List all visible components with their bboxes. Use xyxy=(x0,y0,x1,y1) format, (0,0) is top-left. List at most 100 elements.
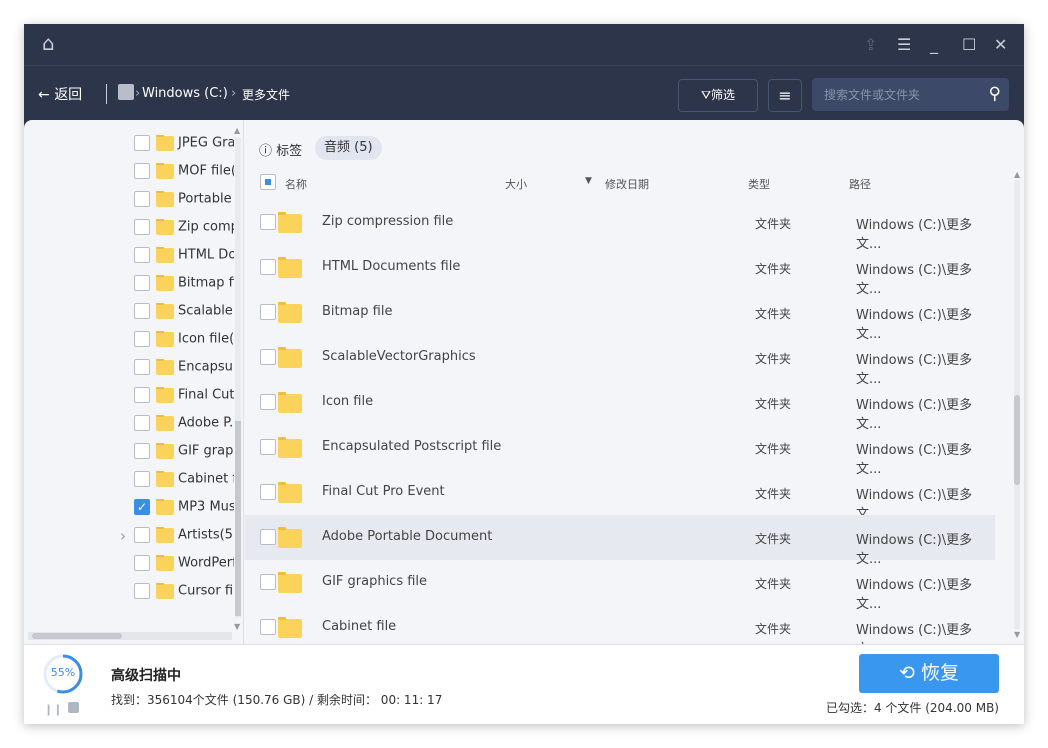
table-row[interactable]: ScalableVectorGraphics 文件夹 Windows (C:)\更多… xyxy=(245,335,995,387)
search-icon[interactable]: ⚲ xyxy=(989,84,1001,104)
breadcrumb-drive[interactable]: Windows (C:) xyxy=(142,86,228,101)
tree-item[interactable]: Scalable... xyxy=(134,303,234,323)
home-icon[interactable]: ⌂ xyxy=(42,33,55,53)
folder-icon xyxy=(156,471,174,487)
tree-checkbox[interactable] xyxy=(134,415,150,431)
stop-icon[interactable] xyxy=(68,702,79,713)
tree-item[interactable]: Icon file(7 xyxy=(134,331,234,351)
breadcrumb-folder[interactable]: 更多文件 xyxy=(242,86,290,103)
tree-item[interactable]: MOF file(8 xyxy=(134,163,234,183)
row-checkbox[interactable] xyxy=(260,349,276,365)
tree-checkbox[interactable] xyxy=(134,275,150,291)
row-checkbox[interactable] xyxy=(260,484,276,500)
file-type: 文件夹 xyxy=(755,532,792,546)
column-size[interactable]: 大小 xyxy=(505,176,527,192)
folder-icon xyxy=(278,392,302,413)
search-input[interactable] xyxy=(812,78,972,111)
column-modified[interactable]: 修改日期 xyxy=(605,176,649,192)
row-checkbox[interactable] xyxy=(260,574,276,590)
arrow-left-icon: ← xyxy=(38,87,50,103)
tree-checkbox[interactable] xyxy=(134,135,150,151)
row-checkbox[interactable] xyxy=(260,619,276,635)
tree-checkbox[interactable] xyxy=(134,359,150,375)
tree-checkbox[interactable] xyxy=(134,303,150,319)
tree-item[interactable]: Final Cut . xyxy=(134,387,234,407)
file-name: Bitmap file xyxy=(322,304,393,319)
table-row[interactable]: Bitmap file 文件夹 Windows (C:)\更多文... xyxy=(245,290,995,342)
tree-checkbox[interactable] xyxy=(134,443,150,459)
tree-item[interactable]: Portable . xyxy=(134,191,234,211)
back-button[interactable]: ← 返回 xyxy=(38,84,82,104)
column-path[interactable]: 路径 xyxy=(849,176,871,192)
tree-item[interactable]: Adobe P.. xyxy=(134,415,234,435)
tree-item[interactable]: ✓ MP3 Mus xyxy=(134,499,234,519)
tree-item[interactable]: Zip comp xyxy=(134,219,234,239)
tree-checkbox[interactable] xyxy=(134,247,150,263)
folder-icon xyxy=(156,443,174,459)
tree-checkbox[interactable] xyxy=(134,555,150,571)
file-type: 文件夹 xyxy=(755,397,792,411)
tree-item[interactable]: Cursor fil. xyxy=(134,583,234,603)
folder-icon xyxy=(156,583,174,599)
close-icon[interactable]: ✕ xyxy=(994,36,1007,54)
tree-item[interactable]: HTML Do xyxy=(134,247,234,267)
list-scrollbar[interactable]: ▲ ▼ xyxy=(1012,170,1022,640)
row-checkbox[interactable] xyxy=(260,394,276,410)
table-row[interactable]: Encapsulated Postscript file 文件夹 Windows (… xyxy=(245,425,995,477)
file-name: GIF graphics file xyxy=(322,574,428,589)
row-checkbox[interactable] xyxy=(260,529,276,545)
tree-checkbox[interactable] xyxy=(134,191,150,207)
list-icon: ≡ xyxy=(778,86,792,105)
tree-checkbox[interactable] xyxy=(134,387,150,403)
maximize-icon[interactable]: ☐ xyxy=(962,36,976,54)
select-all-checkbox[interactable] xyxy=(260,174,276,190)
tree-item[interactable]: Encapsul.. xyxy=(134,359,234,379)
tag-pill-audio[interactable]: 音频 (5) xyxy=(315,136,382,160)
filter-button[interactable]: ⛛筛选 xyxy=(678,79,758,112)
tree-item-label: Final Cut . xyxy=(178,387,234,403)
scrollbar-thumb[interactable] xyxy=(235,421,241,616)
tree-hscrollbar[interactable] xyxy=(28,632,232,640)
table-row[interactable]: Final Cut Pro Event文件夹Windows (C:)\更多文..… xyxy=(245,470,995,522)
export-icon[interactable]: ⇪ xyxy=(864,36,877,54)
row-checkbox[interactable] xyxy=(260,439,276,455)
tree-item[interactable]: JPEG Gra. xyxy=(134,135,234,155)
tree-item[interactable]: Bitmap fil. xyxy=(134,275,234,295)
table-row[interactable]: Icon file 文件夹 Windows (C:)\更多文... xyxy=(245,380,995,432)
table-row[interactable]: GIF graphics file 文件夹 Windows (C:)\更多文... xyxy=(245,560,995,612)
tree-item[interactable]: Artists(5) xyxy=(134,527,234,547)
sort-down-icon[interactable]: ▼ xyxy=(585,176,592,186)
tree-checkbox[interactable] xyxy=(134,219,150,235)
scrollbar-thumb[interactable] xyxy=(32,633,122,639)
expand-chevron-icon[interactable]: › xyxy=(120,527,126,545)
tree-checkbox[interactable] xyxy=(134,163,150,179)
scan-status-title: 高级扫描中 xyxy=(111,668,181,684)
tree-item[interactable]: GIF grap.. xyxy=(134,443,234,463)
scrollbar-thumb[interactable] xyxy=(1014,395,1020,485)
tree-checkbox[interactable] xyxy=(134,471,150,487)
tree-checkbox[interactable]: ✓ xyxy=(134,499,150,515)
table-row[interactable]: HTML Documents file 文件夹 Windows (C:)\更多文..… xyxy=(245,245,995,297)
list-view-button[interactable]: ≡ xyxy=(768,79,802,112)
row-checkbox[interactable] xyxy=(260,259,276,275)
row-checkbox[interactable] xyxy=(260,304,276,320)
tree-item-label: MOF file(8 xyxy=(178,163,234,179)
recover-button[interactable]: ⟲ 恢复 xyxy=(859,654,999,693)
tree-scrollbar[interactable]: ▲ ▼ xyxy=(234,126,242,631)
pause-icon[interactable]: ❙❙ xyxy=(44,703,62,716)
tree-checkbox[interactable] xyxy=(134,583,150,599)
folder-icon xyxy=(156,415,174,431)
file-name: Zip compression file xyxy=(322,214,454,229)
menu-icon[interactable]: ☰ xyxy=(897,36,911,54)
tree-item[interactable]: Cabinet fi xyxy=(134,471,234,491)
tree-checkbox[interactable] xyxy=(134,331,150,347)
tree-checkbox[interactable] xyxy=(134,527,150,543)
column-type[interactable]: 类型 xyxy=(748,176,770,192)
table-row[interactable]: Zip compression file 文件夹 Windows (C:)\更多文.… xyxy=(245,200,995,252)
folder-icon xyxy=(278,302,302,323)
row-checkbox[interactable] xyxy=(260,214,276,230)
table-row[interactable]: Adobe Portable Document 文件夹 Windows (C:)\更… xyxy=(245,515,995,567)
tree-item[interactable]: WordPerf xyxy=(134,555,234,575)
minimize-icon[interactable]: _ xyxy=(930,36,938,54)
column-name[interactable]: 名称 xyxy=(285,176,307,192)
